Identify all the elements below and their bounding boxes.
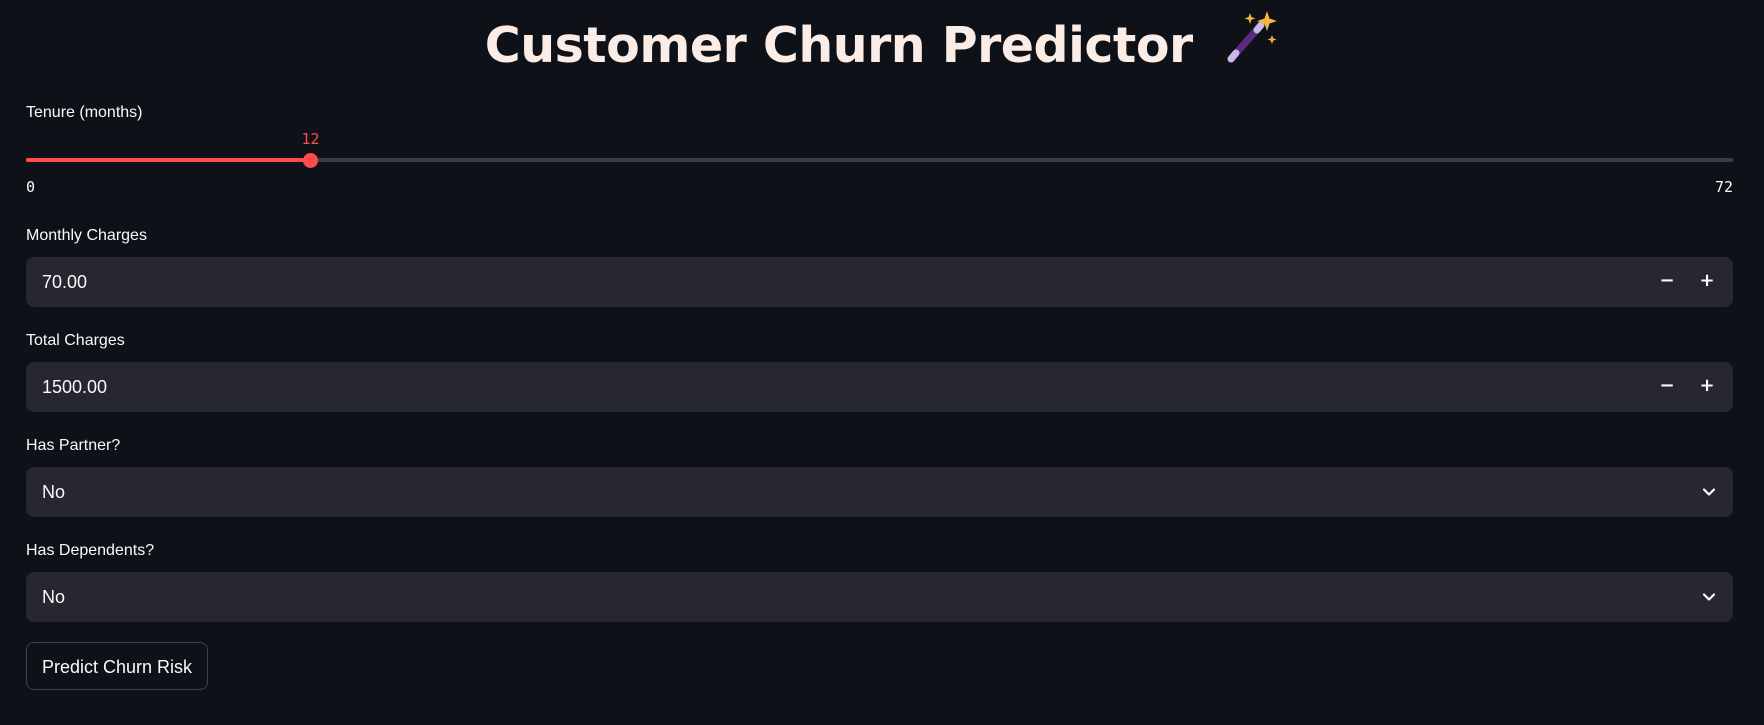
tenure-slider-track[interactable] (26, 158, 1733, 162)
has-dependents-label: Has Dependents? (26, 542, 155, 559)
total-charges-increment-button[interactable]: + (1687, 362, 1727, 412)
has-partner-select[interactable]: No (26, 467, 1733, 517)
has-dependents-selected-value: No (42, 587, 66, 607)
monthly-charges-field: − + (26, 257, 1733, 307)
page-title-text: Customer Churn Predictor (484, 17, 1193, 74)
total-charges-input[interactable] (42, 362, 1542, 412)
chevron-down-icon (1702, 593, 1716, 601)
total-charges-field: − + (26, 362, 1733, 412)
tenure-slider-thumb[interactable] (303, 153, 318, 168)
has-partner-selected-value: No (42, 482, 66, 502)
tenure-max-label: 72 (1714, 178, 1733, 196)
predict-churn-risk-button[interactable]: Predict Churn Risk (26, 642, 209, 690)
has-dependents-select[interactable]: No (26, 572, 1733, 622)
chevron-down-icon (1702, 488, 1716, 496)
tenure-slider-value: 12 (301, 130, 320, 148)
monthly-charges-label: Monthly Charges (26, 227, 147, 244)
page-title: Customer Churn Predictor (0, 10, 1764, 83)
total-charges-decrement-button[interactable]: − (1647, 362, 1687, 412)
magic-wand-icon (1223, 7, 1279, 83)
tenure-label: Tenure (months) (26, 104, 143, 121)
monthly-charges-decrement-button[interactable]: − (1647, 257, 1687, 307)
has-partner-label: Has Partner? (26, 437, 121, 454)
tenure-min-label: 0 (26, 178, 36, 196)
monthly-charges-increment-button[interactable]: + (1687, 257, 1727, 307)
monthly-charges-input[interactable] (42, 257, 1542, 307)
total-charges-label: Total Charges (26, 332, 125, 349)
app-main: Customer Churn Predictor Tenure (months)… (0, 0, 1764, 725)
tenure-slider-fill (26, 158, 311, 162)
